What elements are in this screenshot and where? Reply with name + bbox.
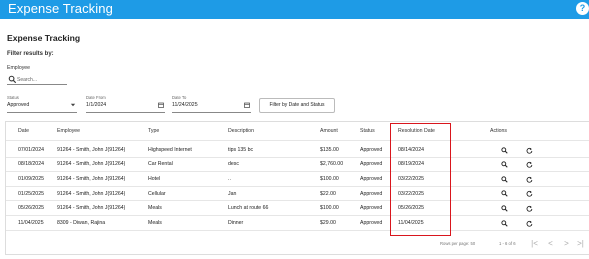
view-search-icon[interactable] [501, 190, 508, 197]
page-range: 1 - 6 of 6 [499, 241, 516, 246]
page-title: Expense Tracking [7, 33, 81, 43]
header-actions: Actions [490, 128, 508, 134]
cell-status: Approved [360, 219, 383, 226]
status-label: Status [7, 95, 19, 100]
app-bar: Expense Tracking ? [0, 0, 589, 19]
view-search-icon[interactable] [501, 205, 508, 212]
cell-status: Approved [360, 190, 383, 197]
cell-employee: 8309 - Diwan, Rajina [57, 219, 106, 226]
cell-amount: $2,760.00 [320, 161, 344, 168]
table-row: 01/25/2025 91264 - Smith, John J(91264) Ce… [6, 187, 589, 202]
cell-description: Lunch at route 66 [228, 205, 269, 212]
filter-by-date-status-button[interactable]: Filter by Date and Status [259, 98, 335, 113]
table-row: 08/18/2024 91264 - Smith, John J(91264) Ca… [6, 158, 589, 173]
cell-employee: 91264 - Smith, John J(91264) [57, 205, 126, 212]
cell-amount: $22.00 [320, 190, 336, 197]
table-row: 01/09/2025 91264 - Smith, John J(91264) Ho… [6, 172, 589, 187]
expense-table: Date Employee Type Description Amount St… [5, 121, 589, 255]
cell-description: Dinner [228, 219, 244, 226]
cell-type: Cellular [148, 190, 166, 197]
date-to-value: 11/24/2025 [172, 102, 198, 108]
refresh-icon[interactable] [526, 190, 533, 197]
refresh-icon[interactable] [526, 176, 533, 183]
first-page-icon[interactable]: |< [530, 239, 539, 248]
cell-date: 11/04/2025 [18, 219, 44, 226]
cell-type: Hotel [148, 175, 161, 182]
chevron-down-icon [70, 103, 76, 107]
cell-date: 01/25/2025 [18, 190, 44, 197]
refresh-icon[interactable] [526, 205, 533, 212]
refresh-icon[interactable] [526, 161, 533, 168]
cell-status: Approved [360, 205, 383, 212]
cell-amount: $135.00 [320, 146, 339, 153]
cell-type: Car Rental [148, 161, 173, 168]
next-page-icon[interactable]: > [562, 239, 571, 248]
cell-date: 08/18/2024 [18, 161, 44, 168]
cell-status: Approved [360, 175, 383, 182]
cell-date: 05/26/2025 [18, 205, 44, 212]
refresh-icon[interactable] [526, 147, 533, 154]
status-select[interactable]: Status Approved [7, 95, 77, 113]
search-icon [8, 75, 17, 84]
cell-description: Jan [228, 190, 237, 197]
prev-page-icon[interactable]: < [546, 239, 555, 248]
cell-date: 01/09/2025 [18, 175, 44, 182]
header-employee[interactable]: Employee [57, 122, 80, 140]
header-type[interactable]: Type [148, 122, 159, 140]
employee-search [7, 74, 67, 85]
cell-description: tips 135 bc [228, 146, 254, 153]
table-row: 07/01/2024 91264 - Smith, John J(91264) Hi… [6, 143, 589, 158]
cell-type: Meals [148, 205, 162, 212]
rows-per-page[interactable]: Rows per page: 50 [440, 241, 475, 246]
search-input[interactable] [17, 75, 65, 84]
date-from-field[interactable]: Date From 1/1/2024 [86, 95, 165, 113]
cell-amount: $100.00 [320, 175, 339, 182]
help-icon[interactable]: ? [576, 2, 589, 15]
cell-employee: 91264 - Smith, John J(91264) [57, 146, 126, 153]
header-amount[interactable]: Amount [320, 122, 338, 140]
app-title: Expense Tracking [8, 1, 113, 16]
table-row: 05/26/2025 91264 - Smith, John J(91264) Me… [6, 201, 589, 216]
date-from-value: 1/1/2024 [86, 102, 107, 108]
cell-amount: $29.00 [320, 219, 336, 226]
employee-label: Employee [7, 65, 31, 71]
cell-status: Approved [360, 161, 383, 168]
status-value: Approved [7, 102, 30, 108]
cell-status: Approved [360, 146, 383, 153]
filter-heading: Filter results by: [7, 51, 54, 57]
cell-type: Meals [148, 219, 162, 226]
refresh-icon[interactable] [526, 220, 533, 227]
date-to-label: Date To [172, 95, 187, 100]
cell-employee: 91264 - Smith, John J(91264) [57, 190, 126, 197]
cell-amount: $100.00 [320, 205, 339, 212]
resolution-date-highlight [390, 123, 451, 236]
cell-employee: 91264 - Smith, John J(91264) [57, 161, 126, 168]
cell-type: Highspeed Internet [148, 146, 192, 153]
table-header-row: Date Employee Type Description Amount St… [6, 122, 589, 141]
cell-description: desc [228, 161, 239, 168]
view-search-icon[interactable] [501, 146, 508, 154]
cell-employee: 91264 - Smith, John J(91264) [57, 175, 126, 182]
date-from-label: Date From [86, 95, 106, 100]
cell-date: 07/01/2024 [18, 146, 44, 153]
view-search-icon[interactable] [501, 176, 508, 183]
date-to-field[interactable]: Date To 11/24/2025 [172, 95, 251, 113]
header-description[interactable]: Description [228, 122, 254, 140]
last-page-icon[interactable]: >| [576, 239, 585, 248]
view-search-icon[interactable] [501, 161, 508, 168]
view-search-icon[interactable] [501, 219, 508, 227]
header-status[interactable]: Status [360, 122, 375, 140]
calendar-icon[interactable] [244, 102, 250, 108]
cell-description: .. [228, 175, 231, 182]
header-date[interactable]: Date [18, 122, 29, 140]
calendar-icon[interactable] [158, 102, 164, 108]
table-row: 11/04/2025 8309 - Diwan, Rajina Meals Dinne… [6, 216, 589, 231]
